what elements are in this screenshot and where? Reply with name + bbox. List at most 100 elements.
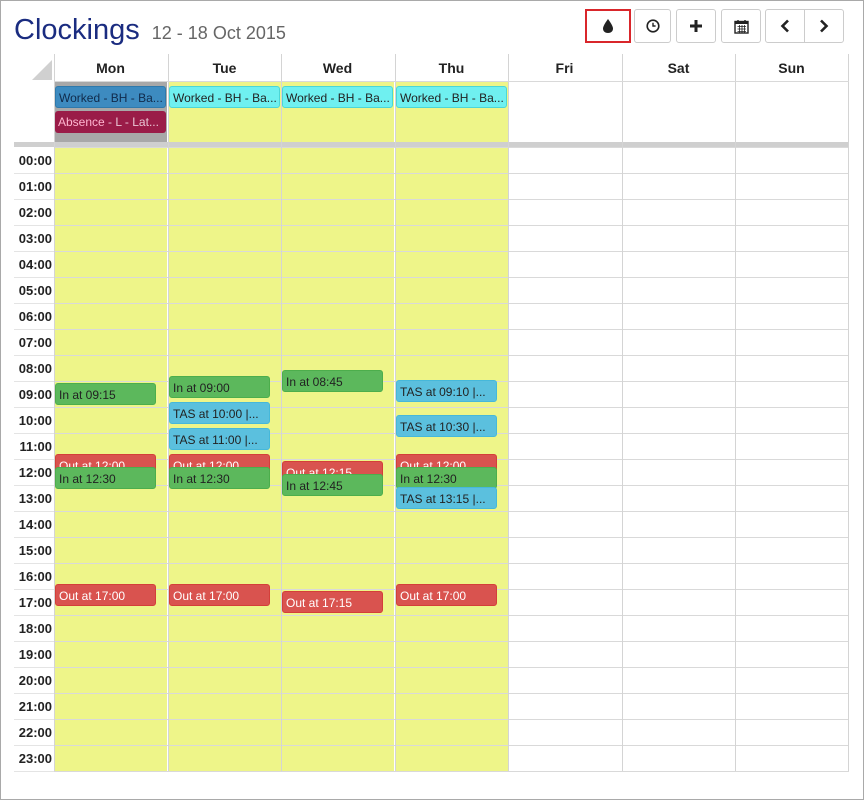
- page-title: Clockings 12 - 18 Oct 2015: [14, 12, 286, 51]
- clocking-event-label: TAS at 13:15 |...: [400, 492, 486, 506]
- hour-line: [54, 667, 849, 668]
- clocking-event[interactable]: In at 12:30: [55, 467, 156, 489]
- day-column-line: [508, 54, 509, 771]
- chevron-left-icon: [780, 19, 789, 33]
- hour-label-line: [14, 719, 54, 720]
- clocking-event-label: TAS at 11:00 |...: [173, 433, 258, 447]
- day-header-fri[interactable]: Fri: [508, 54, 621, 82]
- all-day-event[interactable]: Absence - L - Lat...: [55, 111, 166, 133]
- all-day-event[interactable]: Worked - BH - Ba...: [169, 86, 280, 108]
- clocking-event-label: Out at 17:15: [286, 596, 353, 610]
- hour-label: 08:00: [18, 361, 52, 376]
- clocking-event[interactable]: In at 12:30: [396, 467, 497, 489]
- hour-label: 14:00: [18, 517, 52, 532]
- add-button[interactable]: [676, 9, 716, 43]
- hour-label-line: [14, 303, 54, 304]
- clocking-event-label: In at 12:30: [59, 472, 116, 486]
- day-column-line: [54, 54, 55, 771]
- hour-line: [54, 615, 849, 616]
- hour-label: 23:00: [18, 751, 52, 766]
- all-day-event[interactable]: Worked - BH - Ba...: [282, 86, 393, 108]
- hour-line: [54, 693, 849, 694]
- clocking-event[interactable]: Out at 17:00: [396, 584, 497, 606]
- day-column-line: [622, 54, 623, 771]
- date-range: 12 - 18 Oct 2015: [151, 23, 286, 43]
- hour-label-line: [14, 615, 54, 616]
- hour-label-line: [14, 199, 54, 200]
- previous-button[interactable]: [765, 9, 805, 43]
- clock-button[interactable]: [634, 9, 671, 43]
- drop-icon: [603, 19, 613, 33]
- clocking-event[interactable]: In at 09:15: [55, 383, 156, 405]
- hour-label: 22:00: [18, 725, 52, 740]
- hour-label: 19:00: [18, 647, 52, 662]
- hour-label: 13:00: [18, 491, 52, 506]
- hour-label: 20:00: [18, 673, 52, 688]
- hour-line: [54, 771, 849, 772]
- all-day-event-label: Worked - BH - Ba...: [286, 91, 390, 105]
- chevron-right-icon: [820, 19, 829, 33]
- hour-label: 11:00: [19, 439, 52, 454]
- all-day-event[interactable]: Worked - BH - Ba...: [55, 86, 166, 108]
- clocking-event[interactable]: In at 09:00: [169, 376, 270, 398]
- hour-label-line: [14, 745, 54, 746]
- hour-line: [54, 277, 849, 278]
- all-day-event[interactable]: Worked - BH - Ba...: [396, 86, 507, 108]
- hour-label: 12:00: [18, 465, 52, 480]
- hour-label: 01:00: [18, 179, 52, 194]
- day-header-tue[interactable]: Tue: [168, 54, 281, 82]
- hour-label-line: [14, 537, 54, 538]
- day-header-sun[interactable]: Sun: [735, 54, 848, 82]
- clocking-event[interactable]: TAS at 11:00 |...: [169, 428, 270, 450]
- clocking-event[interactable]: Out at 17:15: [282, 591, 383, 613]
- hour-label: 15:00: [18, 543, 52, 558]
- hour-label: 07:00: [18, 335, 52, 350]
- clocking-event-label: Out at 17:00: [59, 589, 126, 603]
- day-header-sat[interactable]: Sat: [622, 54, 735, 82]
- hour-label: 17:00: [18, 595, 52, 610]
- hour-label: 16:00: [18, 569, 52, 584]
- hour-label: 03:00: [18, 231, 52, 246]
- clocking-event[interactable]: In at 08:45: [282, 370, 383, 392]
- hour-line: [54, 303, 849, 304]
- clocking-event-label: TAS at 10:00 |...: [173, 407, 259, 421]
- hour-line: [54, 719, 849, 720]
- clocking-event[interactable]: In at 12:45: [282, 474, 383, 496]
- calendar-button[interactable]: [721, 9, 761, 43]
- clock-icon: [645, 19, 660, 33]
- clocking-event[interactable]: TAS at 13:15 |...: [396, 487, 497, 509]
- day-header-thu[interactable]: Thu: [395, 54, 508, 82]
- hour-label: 00:00: [18, 153, 52, 168]
- hour-line: [54, 745, 849, 746]
- clocking-event[interactable]: Out at 17:00: [55, 584, 156, 606]
- clocking-event[interactable]: In at 12:30: [169, 467, 270, 489]
- day-header-mon[interactable]: Mon: [54, 54, 167, 82]
- all-day-event-label: Worked - BH - Ba...: [59, 91, 163, 105]
- clocking-event[interactable]: TAS at 10:30 |...: [396, 415, 497, 437]
- hour-line: [54, 511, 849, 512]
- calendar-icon: [733, 19, 749, 34]
- hour-label: 06:00: [18, 309, 52, 324]
- next-button[interactable]: [804, 9, 844, 43]
- hour-line: [54, 329, 849, 330]
- clocking-event[interactable]: TAS at 09:10 |...: [396, 380, 497, 402]
- hour-label-line: [14, 563, 54, 564]
- hour-label-line: [14, 407, 54, 408]
- clocking-event-label: In at 12:30: [400, 472, 457, 486]
- hour-label: 10:00: [18, 413, 52, 428]
- clocking-event[interactable]: Out at 17:00: [169, 584, 270, 606]
- clocking-event-label: In at 08:45: [286, 375, 343, 389]
- page-title-text: Clockings: [14, 14, 140, 46]
- hour-line: [54, 641, 849, 642]
- clocking-event-label: In at 12:30: [173, 472, 230, 486]
- hour-line: [54, 199, 849, 200]
- hour-label-line: [14, 355, 54, 356]
- hour-label-line: [14, 251, 54, 252]
- hour-line: [54, 147, 849, 148]
- day-header-wed[interactable]: Wed: [281, 54, 394, 82]
- hour-label-line: [14, 277, 54, 278]
- day-column-line: [281, 54, 282, 771]
- color-button[interactable]: [585, 9, 631, 43]
- clocking-event-label: TAS at 09:10 |...: [400, 385, 486, 399]
- clocking-event[interactable]: TAS at 10:00 |...: [169, 402, 270, 424]
